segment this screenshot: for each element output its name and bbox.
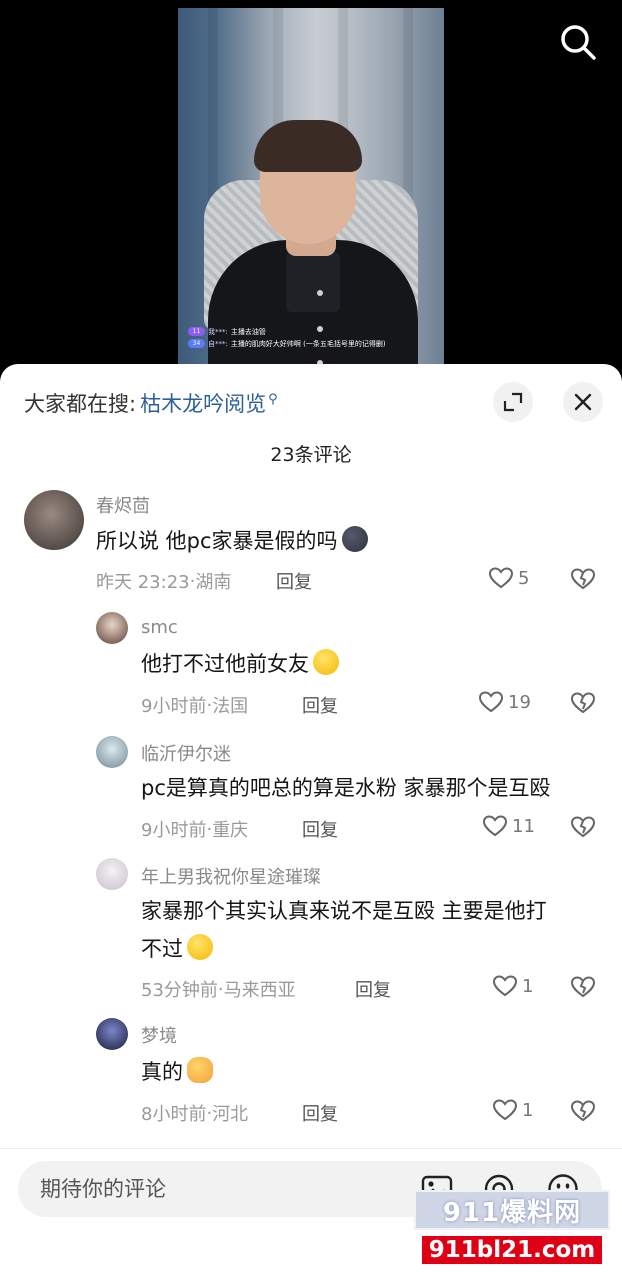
comment-meta: 9小时前 · 重庆	[141, 816, 248, 842]
broken-heart-icon	[570, 816, 596, 838]
broken-heart-icon	[570, 1100, 596, 1122]
heart-icon	[492, 1099, 518, 1121]
search-icon	[561, 25, 596, 60]
live-comment: 11 我***: 主播去油管	[188, 326, 438, 338]
comment-text[interactable]: 不过	[141, 928, 213, 970]
like-button[interactable]: 5	[488, 566, 529, 590]
comment-text[interactable]: 真的	[141, 1051, 213, 1093]
comment-meta: 53分钟前 · 马来西亚	[141, 976, 296, 1002]
dislike-button[interactable]	[570, 975, 596, 999]
like-count: 19	[508, 691, 531, 713]
live-comment-list: 11 我***: 主播去油管 34 自***: 主播的肌肉好大好帅啊 (一条五毛…	[188, 326, 438, 350]
watermark-url: 911bl21.com	[420, 1234, 604, 1266]
comment-location: 河北	[212, 1104, 249, 1125]
live-comment-text: 主播的肌肉好大好帅啊 (一条五毛括号里的记得删)	[230, 340, 386, 348]
comment-meta: 昨天 23:23 · 湖南	[96, 568, 231, 594]
comment-text[interactable]: pc是算真的吧总的算是水粉 家暴那个是互殴	[141, 767, 551, 809]
heart-icon	[482, 815, 508, 837]
streamer-collar	[286, 252, 340, 312]
like-count: 11	[512, 815, 535, 837]
dislike-button[interactable]	[570, 691, 596, 715]
reply-button[interactable]: 回复	[276, 568, 312, 594]
level-badge: 34	[188, 339, 205, 348]
comment-location: 马来西亚	[223, 980, 296, 1001]
hot-search-keyword[interactable]: 枯木龙吟阅览	[140, 388, 266, 418]
search-icon: ⚲	[268, 391, 278, 407]
heart-icon	[492, 975, 518, 997]
hot-search-label: 大家都在搜:	[24, 392, 137, 416]
watermark-logo-text: 911爆料网	[414, 1190, 610, 1230]
broken-heart-icon	[570, 976, 596, 998]
comment-username[interactable]: smc	[141, 617, 178, 638]
reply-button[interactable]: 回复	[302, 1100, 338, 1126]
comment-text[interactable]: 所以说 他pc家暴是假的吗	[96, 520, 368, 562]
comment-location: 法国	[212, 696, 249, 717]
reply-button[interactable]: 回复	[302, 692, 338, 718]
dislike-button[interactable]	[570, 815, 596, 839]
comment-text-content: 不过	[141, 937, 183, 961]
comment-text-content: 所以说 他pc家暴是假的吗	[96, 529, 338, 553]
avatar[interactable]	[96, 858, 128, 890]
comment-username[interactable]: 春烬茴	[96, 492, 150, 518]
hot-search[interactable]: 大家都在搜: 枯木龙吟阅览 ⚲	[24, 386, 278, 420]
laughing-emoji-icon	[313, 649, 339, 675]
like-count: 1	[522, 1099, 534, 1121]
comment-time: 8小时前	[141, 1104, 207, 1125]
reply-button[interactable]: 回复	[302, 816, 338, 842]
shirt-button	[317, 290, 323, 296]
live-comment-user: 自***:	[208, 340, 228, 348]
live-comment: 34 自***: 主播的肌肉好大好帅啊 (一条五毛括号里的记得删)	[188, 338, 438, 350]
like-button[interactable]: 11	[482, 814, 535, 838]
live-comment-user: 我***:	[208, 328, 228, 336]
comment-text-content: 真的	[141, 1060, 183, 1084]
comment-sheet: 大家都在搜: 枯木龙吟阅览 ⚲ 23条评论 春烬茴 所以说 他pc家暴是假的吗 …	[0, 364, 622, 1280]
expand-button[interactable]	[493, 382, 533, 422]
like-count: 1	[522, 975, 534, 997]
search-button[interactable]	[556, 20, 600, 64]
live-video-frame[interactable]: 11 我***: 主播去油管 34 自***: 主播的肌肉好大好帅啊 (一条五毛…	[178, 8, 444, 380]
comment-time: 9小时前	[141, 696, 207, 717]
heart-icon	[478, 691, 504, 713]
dislike-button[interactable]	[570, 1099, 596, 1123]
broken-heart-icon	[570, 692, 596, 714]
like-count: 5	[518, 567, 530, 589]
reply-button[interactable]: 回复	[355, 976, 391, 1002]
comment-time: 53分钟前	[141, 980, 218, 1001]
heart-icon	[488, 567, 514, 589]
comment-input-placeholder: 期待你的评论	[40, 1177, 166, 1201]
level-badge: 11	[188, 327, 205, 336]
cloud-emoji-icon	[341, 526, 368, 552]
comment-count: 23条评论	[270, 444, 352, 466]
expand-icon	[503, 392, 523, 412]
like-button[interactable]: 1	[492, 974, 533, 998]
comment-username[interactable]: 梦境	[141, 1022, 177, 1048]
comment-text[interactable]: 他打不过他前女友	[141, 643, 339, 685]
comment-username[interactable]: 临沂伊尔迷	[141, 740, 231, 766]
comment-username[interactable]: 年上男我祝你星途璀璨	[141, 863, 321, 889]
live-comment-text: 主播去油管	[230, 328, 266, 336]
comment-text-content: 他打不过他前女友	[141, 652, 309, 676]
dislike-button[interactable]	[570, 567, 596, 591]
watermark: 911爆料网 911bl21.com	[414, 1190, 610, 1270]
avatar[interactable]	[96, 612, 128, 644]
comment-time: 昨天 23:23	[96, 572, 190, 593]
like-button[interactable]: 1	[492, 1098, 533, 1122]
comment-text[interactable]: 家暴那个其实认真来说不是互殴 主要是他打	[141, 890, 547, 932]
close-icon	[574, 393, 592, 411]
avatar[interactable]	[96, 1018, 128, 1050]
avatar[interactable]	[96, 736, 128, 768]
avatar[interactable]	[24, 490, 84, 550]
laughing-emoji-icon	[187, 934, 213, 960]
hug-emoji-icon	[187, 1057, 213, 1083]
comment-location: 重庆	[212, 820, 249, 841]
comment-meta: 9小时前 · 法国	[141, 692, 248, 718]
comment-meta: 8小时前 · 河北	[141, 1100, 248, 1126]
close-button[interactable]	[563, 382, 603, 422]
like-button[interactable]: 19	[478, 690, 531, 714]
streamer-hair	[254, 120, 362, 172]
comment-time: 9小时前	[141, 820, 207, 841]
broken-heart-icon	[570, 568, 596, 590]
video-area[interactable]: 11 我***: 主播去油管 34 自***: 主播的肌肉好大好帅啊 (一条五毛…	[0, 0, 622, 380]
comment-location: 湖南	[195, 572, 232, 593]
